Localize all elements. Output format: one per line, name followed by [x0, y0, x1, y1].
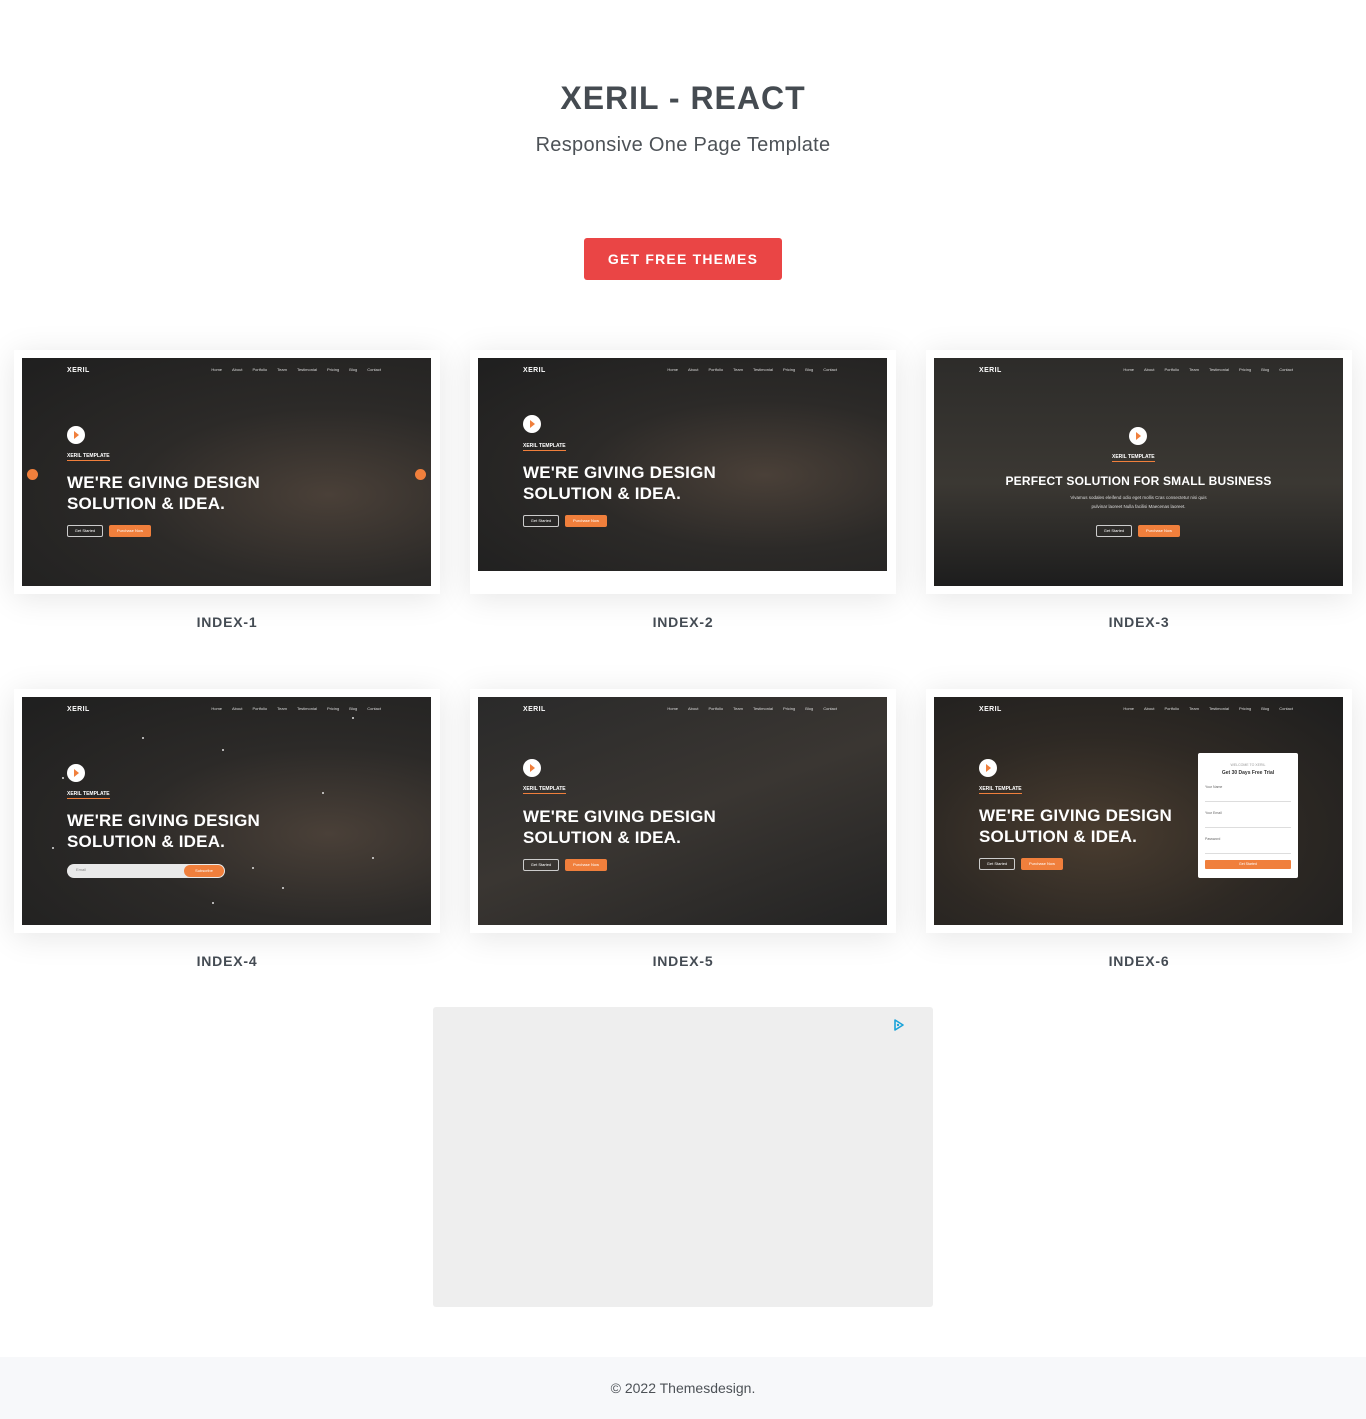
ad-banner[interactable] [433, 1007, 933, 1307]
play-icon [67, 426, 85, 444]
preview-signup-form: WELCOME TO XERIL Get 30 Days Free Trial … [1198, 753, 1298, 878]
card-label[interactable]: INDEX-4 [14, 953, 440, 969]
card-label[interactable]: INDEX-5 [470, 953, 896, 969]
play-icon [67, 764, 85, 782]
demo-screenshot: XERIL Home About Portfolio Team Testimonial P… [478, 697, 887, 925]
demo-screenshot: XERIL Home About Portfolio Team Testimonial P… [934, 697, 1343, 925]
demo-card-index-5[interactable]: XERIL Home About Portfolio Team Testimonial P… [470, 689, 896, 933]
demo-screenshot: XERIL Home About Portfolio Team Testimonial P… [478, 358, 887, 571]
page-subtitle: Responsive One Page Template [535, 134, 831, 156]
preview-email-field: Email Subscribe [67, 864, 225, 878]
demo-screenshot: XERIL Home About Portfolio Team Testimonial P… [22, 697, 431, 925]
card-label[interactable]: INDEX-2 [470, 614, 896, 630]
play-icon [523, 415, 541, 433]
preview-logo: XERIL [67, 367, 90, 374]
play-icon [979, 759, 997, 777]
demo-card-index-4[interactable]: XERIL Home About Portfolio Team Testimonial P… [14, 689, 440, 933]
arrow-left-icon [27, 469, 38, 480]
demo-screenshot: XERIL Home About Portfolio Team Testimonial P… [22, 358, 431, 586]
play-icon [523, 759, 541, 777]
footer: © 2022 Themesdesign. [0, 1357, 1366, 1419]
demo-card-index-6[interactable]: XERIL Home About Portfolio Team Testimonial P… [926, 689, 1352, 933]
copyright-text: © 2022 Themesdesign. [610, 1380, 756, 1396]
preview-nav: Home About Portfolio Team Testimonial Pricing… [211, 367, 381, 372]
play-icon [1129, 427, 1147, 445]
demo-card-index-1[interactable]: XERIL Home About Portfolio Team Testimonial P… [14, 350, 440, 594]
card-label[interactable]: INDEX-1 [14, 614, 440, 630]
get-free-themes-button[interactable]: GET FREE THEMES [584, 238, 782, 280]
card-label[interactable]: INDEX-3 [926, 614, 1352, 630]
ad-choices-icon[interactable] [893, 1019, 905, 1031]
demo-card-index-3[interactable]: XERIL Home About Portfolio Team Testimonial P… [926, 350, 1352, 594]
arrow-right-icon [415, 469, 426, 480]
demo-screenshot: XERIL Home About Portfolio Team Testimonial P… [934, 358, 1343, 586]
demo-card-index-2[interactable]: XERIL Home About Portfolio Team Testimonial P… [470, 350, 896, 594]
page-title: XERIL - REACT [560, 80, 806, 116]
card-label[interactable]: INDEX-6 [926, 953, 1352, 969]
